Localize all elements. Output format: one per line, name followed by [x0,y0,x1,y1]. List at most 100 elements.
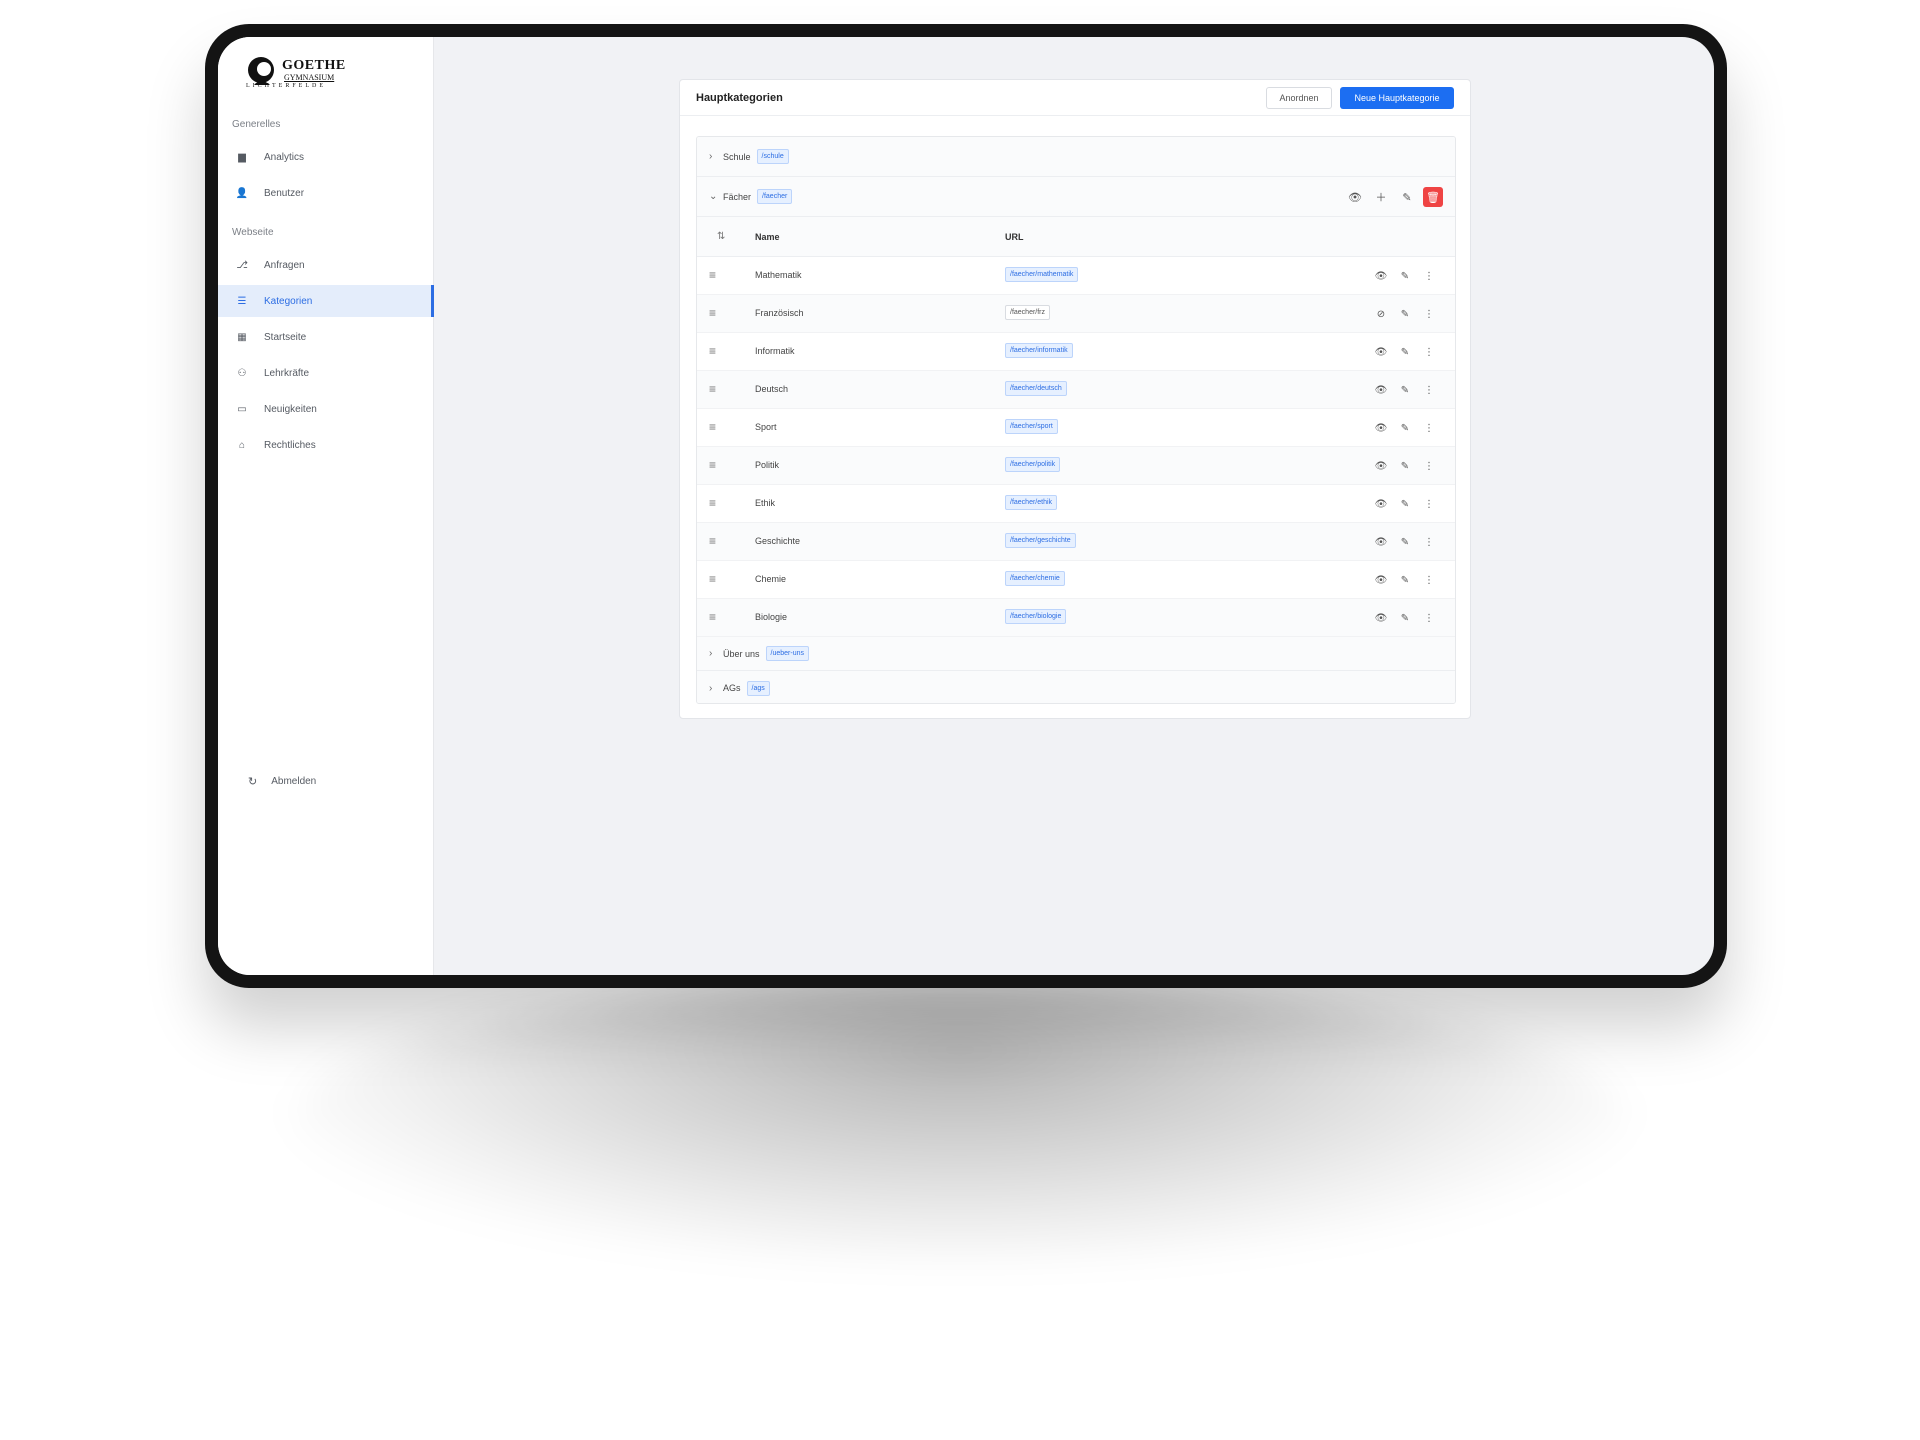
table-row[interactable]: ≡ Sport /faecher/sport 👁 ✎ ⋮ [697,409,1455,447]
sidebar-item-startseite[interactable]: ▦ Startseite [218,321,434,353]
chevron-down-icon[interactable]: ⌄ [709,191,723,202]
eye-icon[interactable]: 👁 [1371,342,1391,362]
sort-icon[interactable]: ⇅ [717,231,725,242]
user-icon: 👤 [235,187,249,199]
eye-icon[interactable]: 👁 [1371,418,1391,438]
more-vertical-icon[interactable]: ⋮ [1419,304,1439,324]
table-row[interactable]: ≡ Geschichte /faecher/geschichte 👁 ✎ ⋮ [697,523,1455,561]
more-vertical-icon[interactable]: ⋮ [1419,418,1439,438]
table-row[interactable]: ≡ Französisch /faecher/frz ⊘ ✎ ⋮ [697,295,1455,333]
row-name: Französisch [755,308,804,318]
sidebar-item-neuigkeiten[interactable]: ▭ Neuigkeiten [218,393,434,425]
category-name: Fächer [723,191,752,202]
table-row[interactable]: ≡ Deutsch /faecher/deutsch 👁 ✎ ⋮ [697,371,1455,409]
column-header-url[interactable]: URL [1005,232,1024,242]
drag-handle-icon[interactable]: ≡ [709,306,716,320]
sidebar-item-rechtliches[interactable]: ⌂ Rechtliches [218,429,434,461]
arrange-button[interactable]: Anordnen [1266,87,1332,109]
table-row[interactable]: ≡ Informatik /faecher/informatik 👁 ✎ ⋮ [697,333,1455,371]
category-name: Über uns [723,648,760,659]
more-vertical-icon[interactable]: ⋮ [1419,266,1439,286]
sidebar-item-lehrkraefte[interactable]: ⚇ Lehrkräfte [218,357,434,389]
eye-icon[interactable]: 👁 [1371,532,1391,552]
more-vertical-icon[interactable]: ⋮ [1419,456,1439,476]
eye-icon[interactable]: 👁 [1371,608,1391,628]
logout-icon: ↻ [248,776,258,788]
table-row[interactable]: ≡ Politik /faecher/politik 👁 ✎ ⋮ [697,447,1455,485]
row-actions: 👁 ✎ ⋮ [1367,266,1439,286]
table-row[interactable]: ≡ Biologie /faecher/biologie 👁 ✎ ⋮ [697,599,1455,637]
device-shadow [290,980,1630,1260]
chevron-right-icon[interactable]: › [709,683,723,694]
page-title: Hauptkategorien [696,92,783,104]
more-vertical-icon[interactable]: ⋮ [1419,494,1439,514]
pencil-icon[interactable]: ✎ [1395,304,1415,324]
pencil-icon[interactable]: ✎ [1395,532,1415,552]
category-row-ags[interactable]: › AGs/ags [697,671,1455,703]
pencil-icon[interactable]: ✎ [1395,418,1415,438]
pencil-icon[interactable]: ✎ [1395,380,1415,400]
url-badge: /faecher/chemie [1005,571,1065,586]
drag-handle-icon[interactable]: ≡ [709,458,716,472]
category-tree: › Schule /schule ⌄ Fächer /faecher 👁 ＋ ✎… [696,136,1456,704]
table-row[interactable]: ≡ Ethik /faecher/ethik 👁 ✎ ⋮ [697,485,1455,523]
pencil-icon[interactable]: ✎ [1397,187,1417,207]
logo-title: GOETHE [282,58,346,73]
category-row-ueber-uns[interactable]: › Über uns /ueber-uns [697,637,1455,671]
sidebar-item-label: Kategorien [264,295,313,307]
drag-handle-icon[interactable]: ≡ [709,496,716,510]
pencil-icon[interactable]: ✎ [1395,608,1415,628]
drag-handle-icon[interactable]: ≡ [709,420,716,434]
row-actions: ⊘ ✎ ⋮ [1367,304,1439,324]
logout-button[interactable]: ↻ Abmelden [248,775,316,788]
sidebar-item-analytics[interactable]: ▆ Analytics [218,141,434,173]
pencil-icon[interactable]: ✎ [1395,342,1415,362]
pencil-icon[interactable]: ✎ [1395,570,1415,590]
row-name: Ethik [755,498,776,508]
eye-icon[interactable]: 👁 [1371,456,1391,476]
card-header: Hauptkategorien Anordnen Neue Hauptkateg… [680,80,1470,116]
eye-off-icon[interactable]: ⊘ [1371,304,1391,324]
category-row-schule[interactable]: › Schule /schule [697,137,1455,177]
eye-icon[interactable]: 👁 [1345,187,1365,207]
plus-icon[interactable]: ＋ [1371,187,1391,207]
eye-icon[interactable]: 👁 [1371,494,1391,514]
row-name: Geschichte [755,536,801,546]
more-vertical-icon[interactable]: ⋮ [1419,380,1439,400]
drag-handle-icon[interactable]: ≡ [709,534,716,548]
pencil-icon[interactable]: ✎ [1395,456,1415,476]
pencil-icon[interactable]: ✎ [1395,266,1415,286]
sidebar-item-label: Neuigkeiten [264,403,317,415]
section-label-generelles: Generelles [232,119,281,130]
pencil-icon[interactable]: ✎ [1395,494,1415,514]
eye-icon[interactable]: 👁 [1371,266,1391,286]
sidebar-item-anfragen[interactable]: ⎇ Anfragen [218,249,434,281]
more-vertical-icon[interactable]: ⋮ [1419,532,1439,552]
drag-handle-icon[interactable]: ≡ [709,382,716,396]
subcategory-rows: ≡ Mathematik /faecher/mathematik 👁 ✎ ⋮ ≡… [697,257,1455,637]
more-vertical-icon[interactable]: ⋮ [1419,342,1439,362]
calendar-icon: ▭ [237,403,247,415]
trash-icon[interactable]: 🗑 [1423,187,1443,207]
category-row-faecher[interactable]: ⌄ Fächer /faecher 👁 ＋ ✎ 🗑 [697,177,1455,217]
sidebar-item-label: Lehrkräfte [264,367,310,379]
sidebar-item-label: Benutzer [264,187,305,199]
table-row[interactable]: ≡ Chemie /faecher/chemie 👁 ✎ ⋮ [697,561,1455,599]
new-category-button[interactable]: Neue Hauptkategorie [1340,87,1454,109]
more-vertical-icon[interactable]: ⋮ [1419,608,1439,628]
sidebar-item-label: Rechtliches [264,439,316,451]
table-row[interactable]: ≡ Mathematik /faecher/mathematik 👁 ✎ ⋮ [697,257,1455,295]
chevron-right-icon[interactable]: › [709,648,723,659]
sidebar-item-kategorien[interactable]: ☰ Kategorien [218,285,434,317]
eye-icon[interactable]: 👁 [1371,570,1391,590]
drag-handle-icon[interactable]: ≡ [709,610,716,624]
sidebar-item-benutzer[interactable]: 👤 Benutzer [218,177,434,209]
url-badge: /faecher/sport [1005,419,1058,434]
drag-handle-icon[interactable]: ≡ [709,344,716,358]
drag-handle-icon[interactable]: ≡ [709,572,716,586]
column-header-name[interactable]: Name [755,232,780,242]
eye-icon[interactable]: 👁 [1371,380,1391,400]
more-vertical-icon[interactable]: ⋮ [1419,570,1439,590]
drag-handle-icon[interactable]: ≡ [709,268,716,282]
chevron-right-icon[interactable]: › [709,151,723,162]
